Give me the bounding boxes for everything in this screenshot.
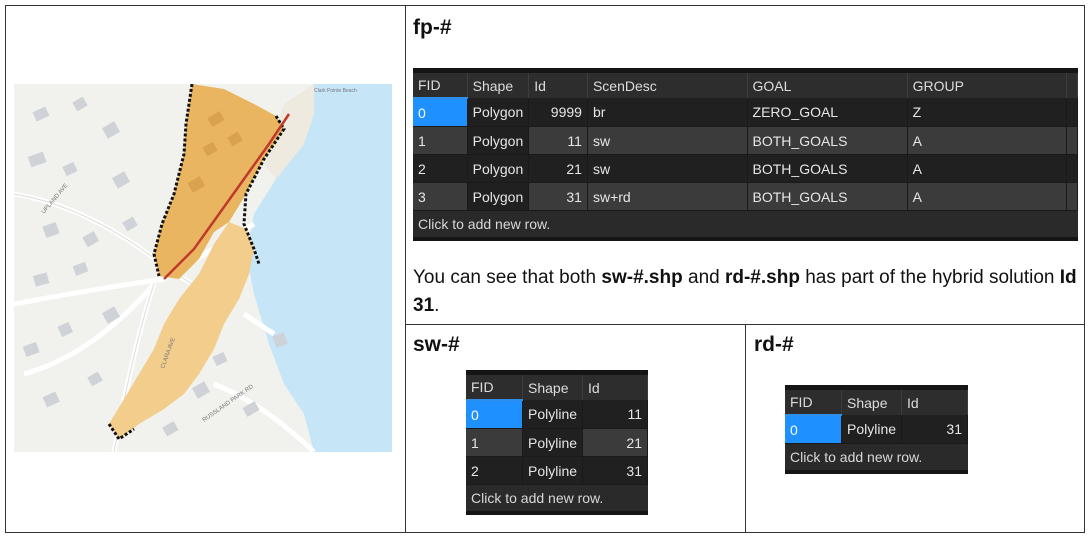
cell-fid[interactable]: 0: [785, 415, 842, 444]
cell-scendesc[interactable]: br: [587, 98, 748, 127]
add-new-row[interactable]: Click to add new row.: [785, 444, 968, 470]
cell-scendesc[interactable]: sw: [587, 154, 748, 183]
column-header-goal[interactable]: GOAL: [747, 73, 908, 98]
table-row[interactable]: 2 Polyline 31: [466, 456, 648, 485]
cell-id[interactable]: 11: [582, 400, 648, 429]
cell-scendesc[interactable]: sw: [587, 126, 748, 155]
paragraph-text: You can see that both: [413, 267, 602, 288]
fp-attribute-table[interactable]: FID Shape Id ScenDesc GOAL GROUP 0 Polyg…: [413, 68, 1078, 241]
table-row[interactable]: 1 Polyline 21: [466, 428, 648, 457]
cell-group[interactable]: A: [907, 182, 1068, 211]
add-new-row[interactable]: Click to add new row.: [466, 485, 648, 511]
column-header-shape[interactable]: Shape: [841, 390, 903, 415]
cell-fid[interactable]: 3: [413, 182, 468, 211]
column-header-id[interactable]: Id: [582, 375, 648, 400]
flood-map-image: UPLAND AVE CLARA AVE RUSSLAND PARK RD Cl…: [14, 84, 392, 452]
column-header-scendesc[interactable]: ScenDesc: [587, 73, 748, 98]
cell-group[interactable]: Z: [907, 98, 1068, 127]
fp-heading: fp-#: [413, 16, 452, 39]
column-header-shape[interactable]: Shape: [467, 73, 530, 98]
cell-empty: [1066, 98, 1078, 127]
cell-id[interactable]: 21: [528, 154, 588, 183]
cell-fid[interactable]: 0: [466, 400, 523, 429]
table-row[interactable]: 1 Polygon 11 sw BOTH_GOALS A: [413, 126, 1078, 155]
cell-shape[interactable]: Polygon: [467, 182, 530, 211]
rd-attribute-table[interactable]: FID Shape Id 0 Polyline 31 Click to add …: [785, 385, 968, 474]
column-header-fid[interactable]: FID: [785, 390, 842, 416]
cell-id[interactable]: 31: [582, 456, 648, 485]
column-header-group[interactable]: GROUP: [907, 73, 1068, 98]
paragraph-text: has part of the hybrid solution: [799, 267, 1060, 288]
cell-empty: [1066, 154, 1078, 183]
rd-heading: rd-#: [754, 333, 794, 356]
cell-fid[interactable]: 2: [466, 456, 523, 485]
cell-goal[interactable]: BOTH_GOALS: [747, 154, 908, 183]
cell-group[interactable]: A: [907, 154, 1068, 183]
cell-id[interactable]: 31: [901, 415, 968, 444]
cell-fid[interactable]: 1: [466, 428, 523, 457]
flood-map: UPLAND AVE CLARA AVE RUSSLAND PARK RD Cl…: [14, 84, 392, 452]
cell-shape[interactable]: Polygon: [467, 154, 530, 183]
cell-shape[interactable]: Polyline: [522, 456, 584, 485]
cell-goal[interactable]: BOTH_GOALS: [747, 182, 908, 211]
cell-id[interactable]: 9999: [528, 98, 588, 127]
sw-attribute-table[interactable]: FID Shape Id 0 Polyline 11 1 Polyline 21…: [466, 370, 648, 515]
cell-fid[interactable]: 0: [413, 98, 468, 127]
paragraph-text: and: [682, 267, 725, 288]
column-header-fid[interactable]: FID: [466, 375, 523, 401]
paragraph-bold-sw: sw-#.shp: [601, 267, 683, 288]
table-row[interactable]: 0 Polygon 9999 br ZERO_GOAL Z: [413, 98, 1078, 127]
cell-shape[interactable]: Polygon: [467, 126, 530, 155]
cell-shape[interactable]: Polygon: [467, 98, 530, 127]
cell-id[interactable]: 11: [528, 126, 588, 155]
cell-id[interactable]: 31: [528, 182, 588, 211]
column-header-shape[interactable]: Shape: [522, 375, 584, 400]
table-row[interactable]: 0 Polyline 11: [466, 400, 648, 429]
cell-empty: [1066, 126, 1078, 155]
cell-id[interactable]: 21: [582, 428, 648, 457]
column-divider: [405, 5, 406, 533]
table-row[interactable]: 0 Polyline 31: [785, 415, 968, 444]
sw-heading: sw-#: [413, 333, 460, 356]
place-label: Clark Pointe Beach: [314, 88, 357, 94]
column-header-empty: [1066, 73, 1078, 98]
cell-empty: [1066, 182, 1078, 211]
cell-group[interactable]: A: [907, 126, 1068, 155]
paragraph-bold-rd: rd-#.shp: [724, 267, 800, 288]
cell-goal[interactable]: ZERO_GOAL: [747, 98, 908, 127]
add-new-row[interactable]: Click to add new row.: [413, 211, 1078, 237]
column-header-fid[interactable]: FID: [413, 73, 468, 99]
cell-shape[interactable]: Polyline: [841, 415, 903, 444]
paragraph-text: .: [434, 295, 440, 316]
cell-shape[interactable]: Polyline: [522, 428, 584, 457]
explanation-paragraph: You can see that both sw-#.shp and rd-#.…: [413, 264, 1083, 320]
subcolumn-divider: [745, 324, 746, 533]
column-header-id[interactable]: Id: [528, 73, 588, 98]
table-row[interactable]: 2 Polygon 21 sw BOTH_GOALS A: [413, 154, 1078, 183]
cell-fid[interactable]: 1: [413, 126, 468, 155]
cell-shape[interactable]: Polyline: [522, 400, 584, 429]
cell-scendesc[interactable]: sw+rd: [587, 182, 748, 211]
cell-goal[interactable]: BOTH_GOALS: [747, 126, 908, 155]
table-row[interactable]: 3 Polygon 31 sw+rd BOTH_GOALS A: [413, 182, 1078, 211]
column-header-id[interactable]: Id: [901, 390, 968, 415]
cell-fid[interactable]: 2: [413, 154, 468, 183]
